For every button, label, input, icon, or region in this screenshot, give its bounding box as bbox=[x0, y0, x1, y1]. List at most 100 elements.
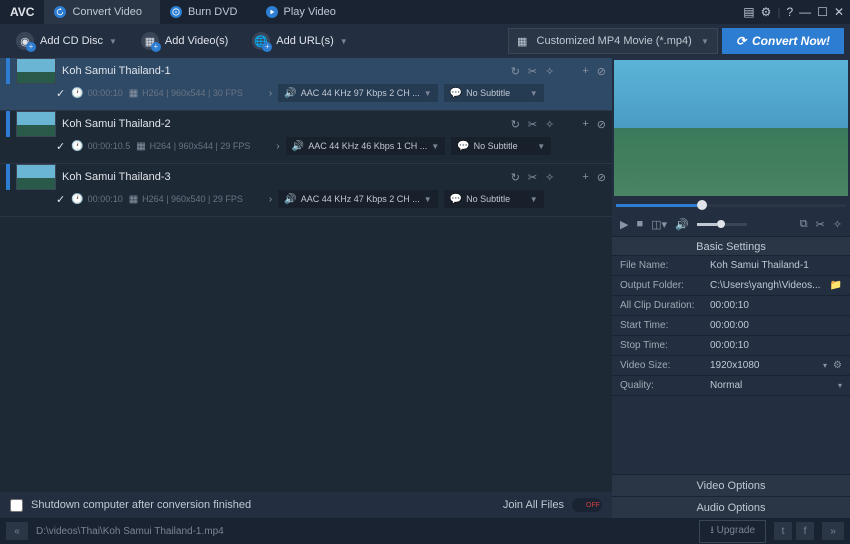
cut-icon[interactable]: ✂ bbox=[816, 218, 825, 231]
refresh-icon[interactable]: ↻ bbox=[511, 171, 520, 184]
remove-icon[interactable]: ⊘ bbox=[597, 118, 606, 131]
chevron-right-icon[interactable]: › bbox=[269, 194, 272, 205]
clock-icon: 🕐 bbox=[71, 194, 83, 205]
upgrade-button[interactable]: ⭳ Upgrade bbox=[699, 520, 766, 543]
refresh-icon: ⟳ bbox=[736, 34, 746, 48]
file-list-pane: Koh Samui Thailand-1↻✂✧+⊘✓🕐00:00:10▦H264… bbox=[0, 58, 612, 518]
tab-burn-dvd[interactable]: Burn DVD bbox=[160, 0, 256, 24]
cut-icon[interactable]: ✂ bbox=[528, 65, 537, 78]
add-icon[interactable]: + bbox=[582, 65, 588, 78]
tab-play-video[interactable]: Play Video bbox=[256, 0, 354, 24]
add-videos-button[interactable]: ▦ Add Video(s) bbox=[131, 28, 238, 54]
check-icon[interactable]: ✓ bbox=[56, 87, 65, 100]
check-icon[interactable]: ✓ bbox=[56, 193, 65, 206]
maximize-icon[interactable]: ☐ bbox=[817, 5, 828, 19]
film-icon: ▦ bbox=[517, 35, 527, 48]
shutdown-label: Shutdown computer after conversion finis… bbox=[31, 499, 251, 511]
join-files-toggle[interactable]: OFF bbox=[572, 498, 602, 512]
cut-icon[interactable]: ✂ bbox=[528, 171, 537, 184]
window-controls: ▤ ⚙ | ? — ☐ ✕ bbox=[743, 5, 850, 19]
remove-icon[interactable]: ⊘ bbox=[597, 171, 606, 184]
disc-plus-icon: ◉ bbox=[16, 32, 34, 50]
tab-label: Convert Video bbox=[72, 6, 142, 18]
seek-bar[interactable] bbox=[612, 198, 850, 212]
subtitle-select[interactable]: 💬No Subtitle▼ bbox=[444, 190, 544, 208]
convert-now-button[interactable]: ⟳ Convert Now! bbox=[722, 28, 844, 54]
close-icon[interactable]: ✕ bbox=[834, 5, 844, 19]
chevron-down-icon: ▼ bbox=[701, 37, 709, 46]
play-button[interactable]: ▶ bbox=[620, 218, 628, 231]
film-icon: ▦ bbox=[129, 194, 138, 205]
effects-icon[interactable]: ✧ bbox=[545, 65, 554, 78]
file-list: Koh Samui Thailand-1↻✂✧+⊘✓🕐00:00:10▦H264… bbox=[0, 58, 612, 492]
snapshot-button[interactable]: ◫▾ bbox=[651, 218, 667, 231]
duration: 00:00:10 bbox=[88, 194, 123, 204]
video-preview[interactable] bbox=[614, 60, 848, 196]
stop-button[interactable]: ■ bbox=[636, 218, 643, 230]
refresh-icon bbox=[54, 6, 66, 18]
add-urls-button[interactable]: 🌐 Add URL(s) ▼ bbox=[242, 28, 357, 54]
clock-icon: 🕐 bbox=[71, 141, 83, 152]
video-size-select[interactable]: Video Size:1920x1080▾⚙ bbox=[612, 356, 850, 376]
gear-icon[interactable]: ⚙ bbox=[833, 360, 842, 371]
shutdown-checkbox[interactable] bbox=[10, 499, 23, 512]
preview-pane: ▶ ■ ◫▾ 🔊 ⧉ ✂ ✧ Basic Settings File Name:… bbox=[612, 58, 850, 518]
globe-plus-icon: 🌐 bbox=[252, 32, 270, 50]
folder-icon[interactable]: 📁 bbox=[830, 280, 842, 291]
subtitle-select[interactable]: 💬No Subtitle▼ bbox=[444, 84, 544, 102]
list-item[interactable]: Koh Samui Thailand-1↻✂✧+⊘✓🕐00:00:10▦H264… bbox=[0, 58, 612, 111]
menu-icon[interactable]: ▤ bbox=[743, 5, 754, 19]
refresh-icon[interactable]: ↻ bbox=[511, 65, 520, 78]
check-icon[interactable]: ✓ bbox=[56, 140, 65, 153]
audio-icon: 🔊 bbox=[284, 88, 296, 99]
chevron-right-icon[interactable]: › bbox=[276, 141, 279, 152]
output-format-select[interactable]: ▦ Customized MP4 Movie (*.mp4) ▼ bbox=[508, 28, 718, 54]
volume-slider[interactable] bbox=[697, 223, 747, 226]
film-plus-icon: ▦ bbox=[141, 32, 159, 50]
help-icon[interactable]: ? bbox=[786, 5, 793, 19]
add-cd-disc-button[interactable]: ◉ Add CD Disc ▼ bbox=[6, 28, 127, 54]
facebook-icon[interactable]: f bbox=[796, 522, 814, 540]
audio-icon: 🔊 bbox=[284, 194, 296, 205]
output-folder-row[interactable]: Output Folder:C:\Users\yangh\Videos...📁 bbox=[612, 276, 850, 296]
crop-icon[interactable]: ✧ bbox=[833, 218, 842, 231]
statusbar: « D:\videos\Thai\Koh Samui Thailand-1.mp… bbox=[0, 518, 850, 544]
subtitle-select[interactable]: 💬No Subtitle▼ bbox=[451, 137, 551, 155]
codec-info: H264 | 960x544 | 30 FPS bbox=[142, 88, 243, 98]
chevron-down-icon: ▼ bbox=[340, 37, 348, 46]
chevron-right-icon[interactable]: › bbox=[269, 88, 272, 99]
collapse-right-button[interactable]: » bbox=[822, 522, 844, 540]
effects-icon[interactable]: ✧ bbox=[545, 118, 554, 131]
tab-convert-video[interactable]: Convert Video bbox=[44, 0, 160, 24]
loop-icon[interactable]: ⧉ bbox=[800, 218, 808, 231]
seek-thumb[interactable] bbox=[697, 200, 707, 210]
chevron-down-icon: ▼ bbox=[109, 37, 117, 46]
titlebar: AVC Convert Video Burn DVD Play Video ▤ … bbox=[0, 0, 850, 24]
play-icon bbox=[266, 6, 278, 18]
toolbar: ◉ Add CD Disc ▼ ▦ Add Video(s) 🌐 Add URL… bbox=[0, 24, 850, 58]
cut-icon[interactable]: ✂ bbox=[528, 118, 537, 131]
list-item[interactable]: Koh Samui Thailand-2↻✂✧+⊘✓🕐00:00:10.5▦H2… bbox=[0, 111, 612, 164]
minimize-icon[interactable]: — bbox=[799, 5, 811, 19]
list-item[interactable]: Koh Samui Thailand-3↻✂✧+⊘✓🕐00:00:10▦H264… bbox=[0, 164, 612, 217]
list-footer: Shutdown computer after conversion finis… bbox=[0, 492, 612, 518]
add-icon[interactable]: + bbox=[582, 171, 588, 184]
subtitle-icon: 💬 bbox=[450, 88, 462, 99]
collapse-left-button[interactable]: « bbox=[6, 522, 28, 540]
effects-icon[interactable]: ✧ bbox=[545, 171, 554, 184]
thumbnail bbox=[16, 58, 56, 84]
audio-track-select[interactable]: 🔊AAC 44 KHz 46 Kbps 1 CH ...▼ bbox=[286, 137, 445, 155]
settings-icon[interactable]: ⚙ bbox=[761, 5, 772, 19]
quality-select[interactable]: Quality:Normal▾ bbox=[612, 376, 850, 396]
video-options-button[interactable]: Video Options bbox=[612, 474, 850, 496]
remove-icon[interactable]: ⊘ bbox=[597, 65, 606, 78]
twitter-icon[interactable]: t bbox=[774, 522, 792, 540]
volume-icon[interactable]: 🔊 bbox=[675, 218, 689, 231]
refresh-icon[interactable]: ↻ bbox=[511, 118, 520, 131]
duration: 00:00:10.5 bbox=[88, 141, 131, 151]
audio-options-button[interactable]: Audio Options bbox=[612, 496, 850, 518]
duration: 00:00:10 bbox=[88, 88, 123, 98]
audio-track-select[interactable]: 🔊AAC 44 KHz 97 Kbps 2 CH ...▼ bbox=[278, 84, 437, 102]
audio-track-select[interactable]: 🔊AAC 44 KHz 47 Kbps 2 CH ...▼ bbox=[278, 190, 437, 208]
add-icon[interactable]: + bbox=[582, 118, 588, 131]
